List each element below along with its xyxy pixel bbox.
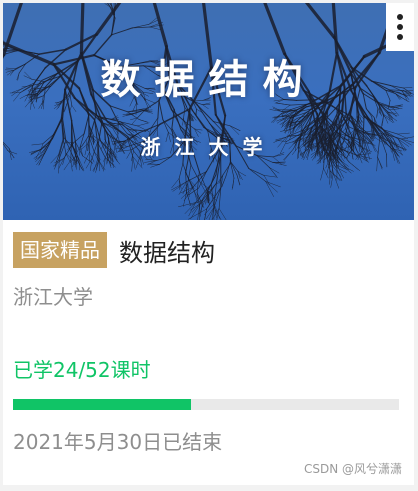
cover-title: 数据结构 (100, 57, 317, 103)
school-name: 浙江大学 (13, 285, 93, 309)
course-cover-image[interactable]: 数据结构 浙江大学 (3, 3, 414, 220)
course-end-date: 2021年5月30日已结束 (13, 430, 223, 454)
vertical-dots-icon (397, 14, 403, 20)
more-options-button[interactable] (386, 3, 414, 51)
vertical-dots-icon (397, 34, 403, 40)
course-title-row: 国家精品 数据结构 (13, 232, 215, 268)
progress-bar-fill (13, 399, 192, 410)
watermark: CSDN @风兮潇潇 (303, 462, 402, 476)
course-title[interactable]: 数据结构 (119, 233, 215, 268)
progress-text: 已学24/52课时 (13, 358, 151, 382)
course-card[interactable]: 数据结构 浙江大学 国家精品 数据结构 浙江大学 已学24/52课时 2021年… (3, 3, 414, 485)
tree-branches-image (3, 3, 414, 220)
vertical-dots-icon (397, 24, 403, 30)
cover-subtitle: 浙江大学 (140, 135, 277, 159)
progress-bar (13, 399, 399, 410)
quality-badge: 国家精品 (13, 232, 107, 268)
